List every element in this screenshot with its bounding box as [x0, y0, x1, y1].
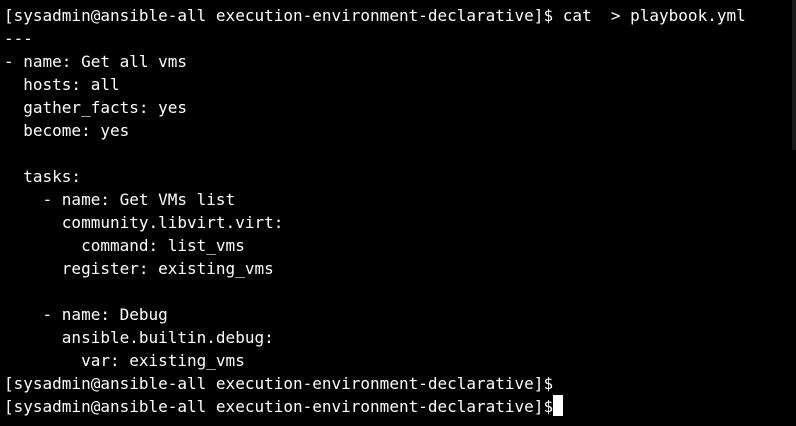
output-line: - name: Debug [4, 305, 168, 324]
output-line: community.libvirt.virt: [4, 213, 284, 232]
output-line: gather_facts: yes [4, 98, 188, 117]
output-line: command: list_vms [4, 236, 245, 255]
output-line: ansible.builtin.debug: [4, 328, 274, 347]
prompt-command-line: [sysadmin@ansible-all execution-environm… [4, 6, 746, 25]
output-line: var: existing_vms [4, 351, 245, 370]
output-line: hosts: all [4, 75, 120, 94]
terminal-window[interactable]: [sysadmin@ansible-all execution-environm… [0, 0, 796, 426]
output-line: register: existing_vms [4, 259, 274, 278]
output-line: --- [4, 29, 33, 48]
output-line: become: yes [4, 121, 130, 140]
output-line: - name: Get VMs list [4, 190, 236, 209]
active-prompt-line[interactable]: [sysadmin@ansible-all execution-environm… [4, 395, 746, 418]
active-prompt: [sysadmin@ansible-all execution-environm… [4, 397, 554, 416]
scrollbar[interactable] [792, 0, 796, 150]
output-line: tasks: [4, 167, 82, 186]
text-cursor [553, 395, 564, 416]
output-line: - name: Get all vms [4, 52, 188, 71]
prompt-line: [sysadmin@ansible-all execution-environm… [4, 374, 554, 393]
terminal-output: [sysadmin@ansible-all execution-environm… [4, 4, 746, 418]
